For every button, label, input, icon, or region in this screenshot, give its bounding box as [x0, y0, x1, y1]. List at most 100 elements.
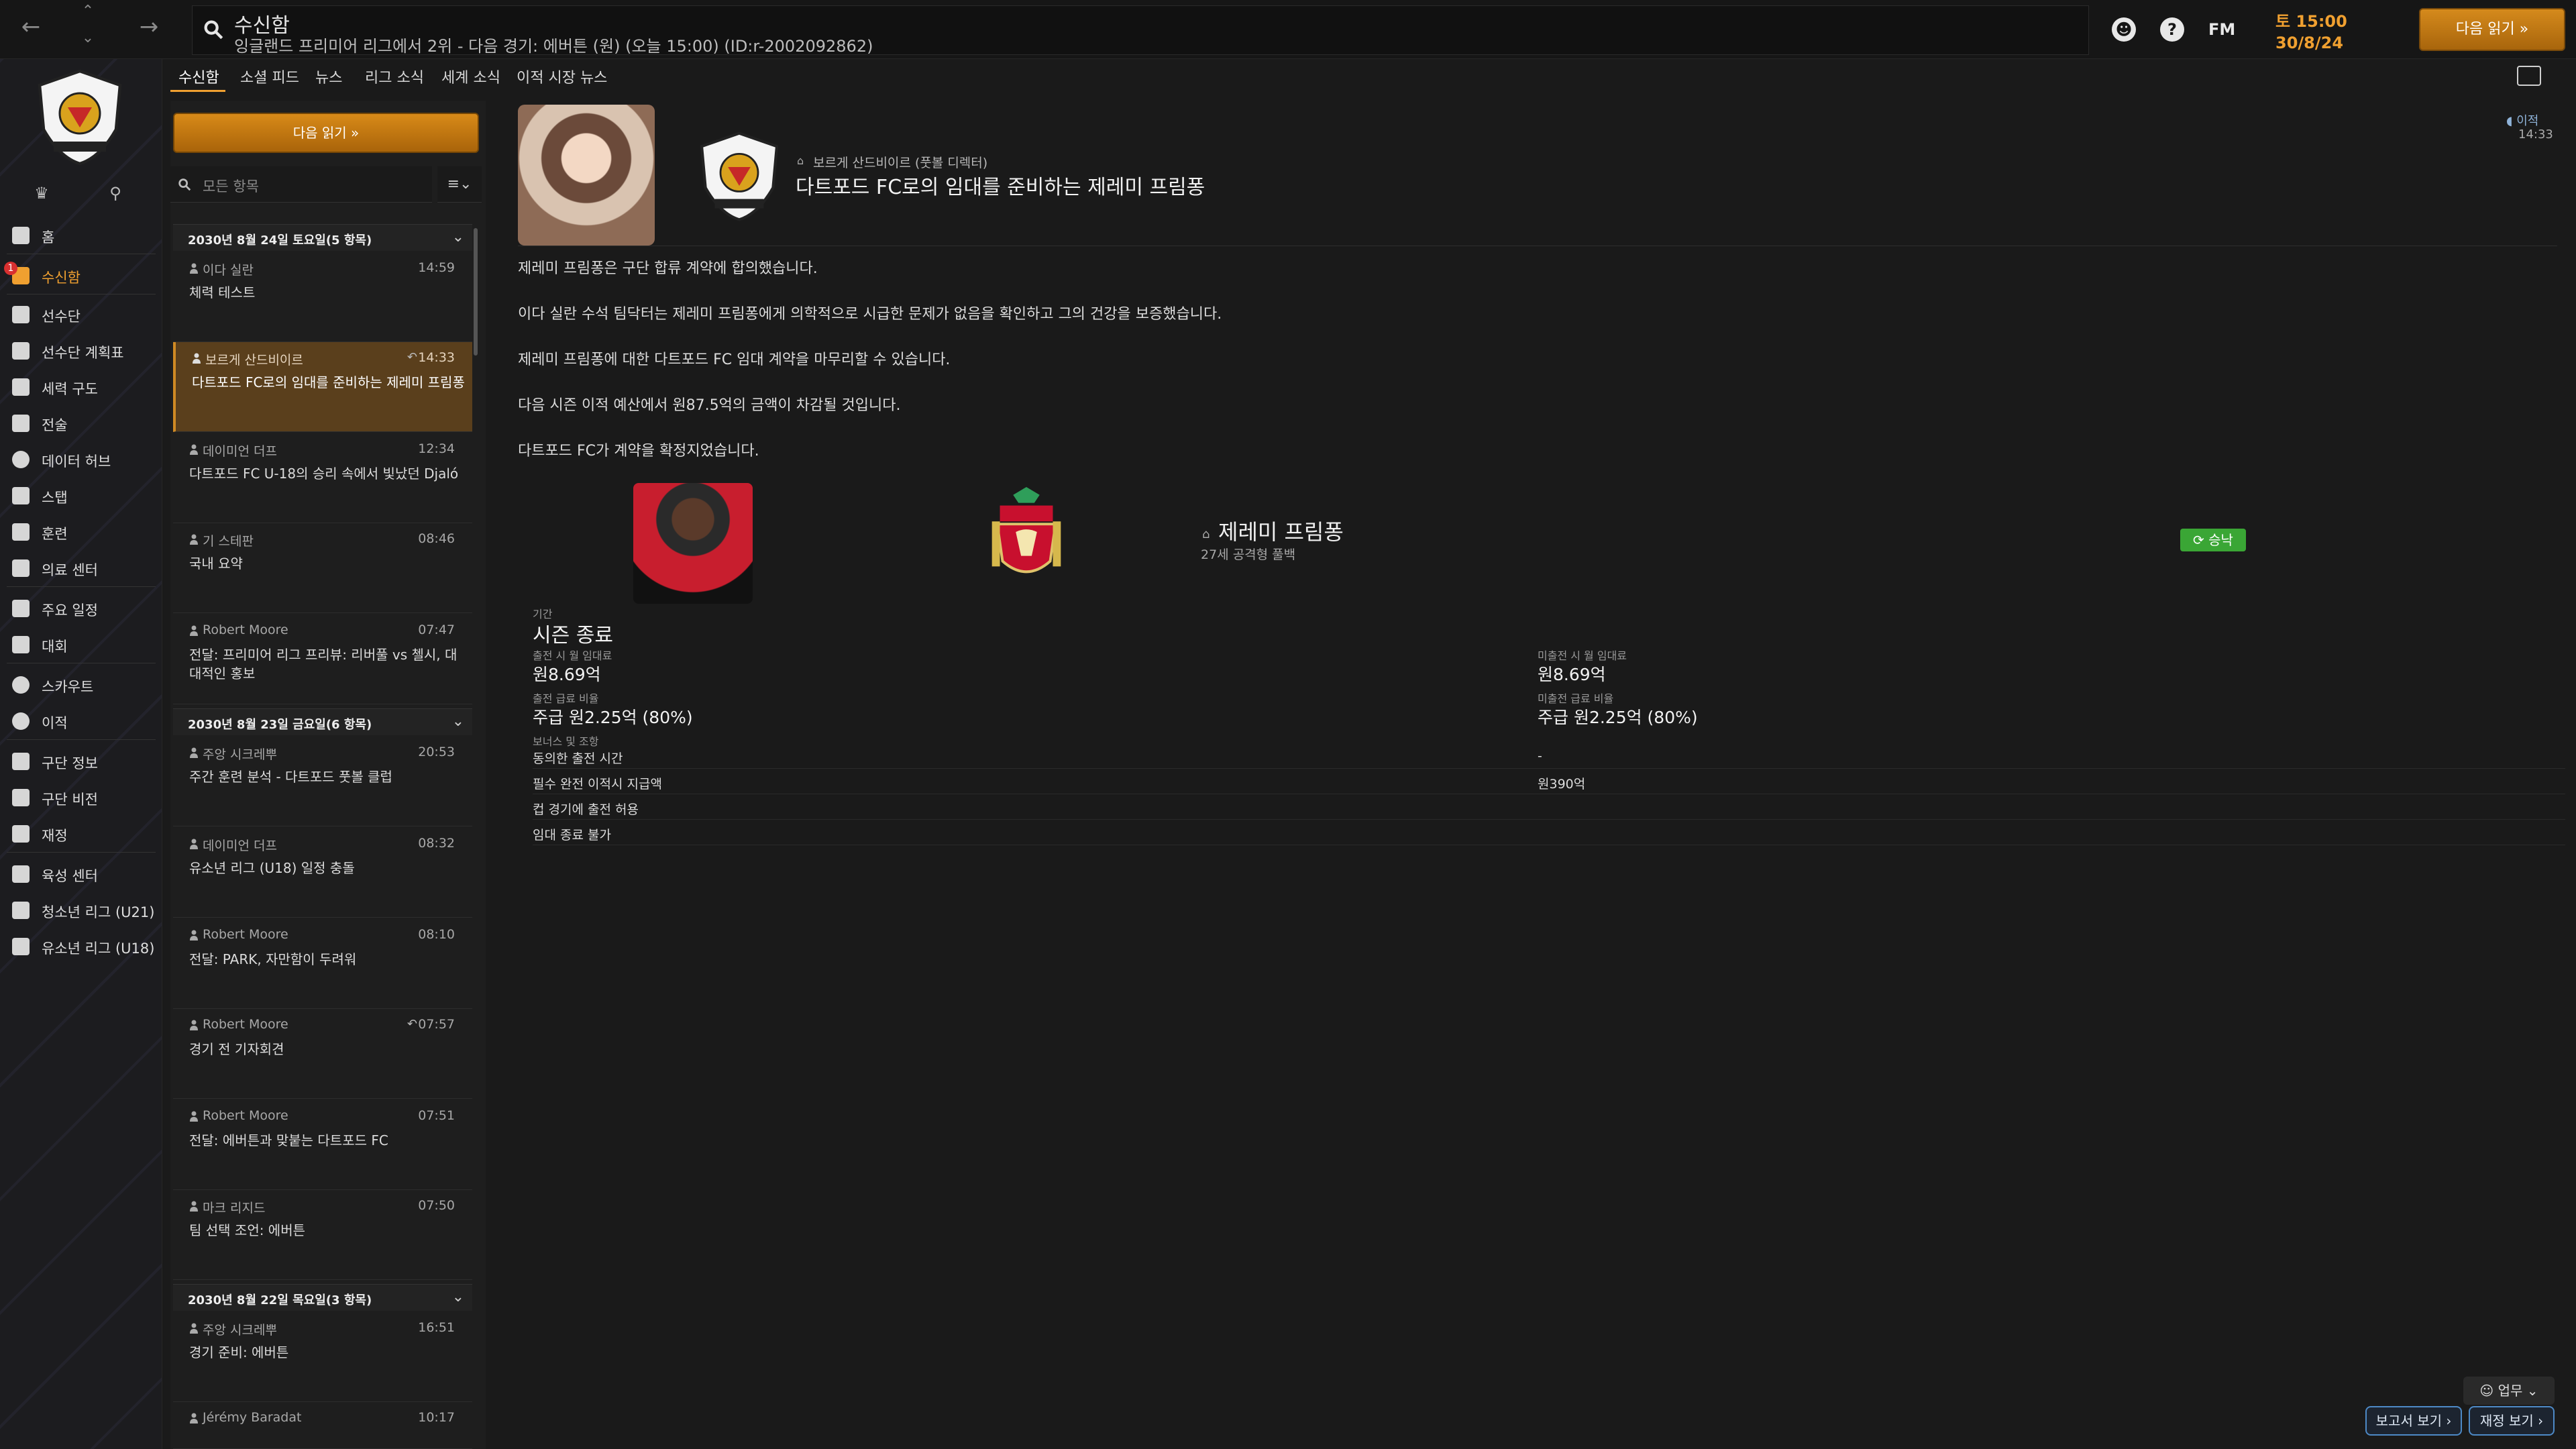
wage-played-value: 주급 원2.25억 (80%): [533, 708, 693, 727]
role-dropdown[interactable]: ☺ 업무 ⌄: [2463, 1377, 2555, 1405]
club-crest-icon[interactable]: [30, 67, 130, 168]
chevron-down-icon[interactable]: ⌄: [452, 1289, 464, 1305]
sidebar-item-tactics[interactable]: 전술: [0, 407, 162, 440]
list-item[interactable]: 주앙 시크레뿌 16:51 경기 준비: 에버튼: [173, 1312, 472, 1402]
sidebar-item-inbox[interactable]: 1 수신함: [0, 259, 162, 292]
sidebar-item-home[interactable]: 홈: [0, 219, 162, 252]
sidebar-item-squad[interactable]: 선수단: [0, 298, 162, 331]
list-item[interactable]: Robert Moore 08:10 전달: PARK, 자만함이 두려워: [173, 919, 472, 1009]
sidebar-item-development[interactable]: 육성 센터: [0, 857, 162, 891]
list-item[interactable]: Jérémy Baradat 10:17: [173, 1402, 472, 1449]
development-icon: [12, 865, 30, 883]
tab-inbox[interactable]: 수신함: [178, 66, 219, 87]
finances-icon: [12, 825, 30, 843]
list-item[interactable]: 이다 실란 14:59 체력 테스트: [173, 252, 472, 342]
sidebar-item-competitions[interactable]: 대회: [0, 628, 162, 661]
list-item[interactable]: 데이미언 더프 08:32 유소년 리그 (U18) 일정 충돌: [173, 828, 472, 918]
message-paragraph: 제레미 프림퐁은 구단 합류 계약에 합의했습니다.: [518, 260, 818, 277]
message-list: 다음 읽기 » 모든 항목 ≡⌄ 2030년 8월 24일 토요일(5 항목) ⌄…: [170, 101, 486, 1449]
fee-played-label: 출전 시 월 임대료: [533, 649, 612, 662]
sender-avatar[interactable]: [518, 105, 655, 246]
list-scrollbar[interactable]: [474, 228, 478, 356]
divider: [7, 852, 156, 853]
sidebar-item-dynamics[interactable]: 세력 구도: [0, 370, 162, 404]
club-crest-icon[interactable]: [692, 126, 786, 227]
continue-button-list[interactable]: 다음 읽기 »: [173, 113, 479, 153]
sidebar-item-transfers[interactable]: 이적: [0, 704, 162, 738]
sort-menu-icon[interactable]: ≡⌄: [437, 166, 482, 203]
transfer-icon: [12, 712, 30, 730]
chevron-down-icon[interactable]: ⌄: [452, 229, 464, 246]
continue-button[interactable]: 다음 읽기 »: [2419, 8, 2565, 51]
clipboard-icon: [12, 342, 30, 360]
player-photo[interactable]: [633, 483, 753, 604]
list-item[interactable]: 주앙 시크레뿌 20:53 주간 훈련 분석 - 다트포드 풋볼 클럽: [173, 737, 472, 826]
clause-row: 임대 종료 불가: [533, 820, 2565, 845]
profile-icon[interactable]: ☻: [2112, 17, 2136, 42]
player-name[interactable]: 제레미 프림퐁: [1218, 515, 1344, 546]
search-bar[interactable]: 수신함 잉글랜드 프리미어 리그에서 2위 - 다음 경기: 에버튼 (원) (…: [192, 5, 2089, 56]
group-header[interactable]: 2030년 8월 24일 토요일(5 항목) ⌄: [173, 224, 472, 251]
person-icon: [190, 1201, 198, 1212]
current-date: 30/8/24: [2275, 34, 2344, 52]
lock-icon: ⌂: [1202, 527, 1210, 541]
person-icon: [190, 625, 198, 636]
view-report-button[interactable]: 보고서 보기 ›: [2365, 1406, 2462, 1436]
back-arrow-icon[interactable]: ←: [17, 13, 44, 40]
fm-logo[interactable]: FM: [2208, 20, 2235, 39]
sidebar-item-finances[interactable]: 재정: [0, 817, 162, 851]
pin-icon[interactable]: ⚲: [103, 184, 127, 208]
chevron-down-icon: ⌄: [2522, 1383, 2538, 1399]
sidebar-item-u18[interactable]: 유소년 리그 (U18): [0, 930, 162, 963]
fee-played-value: 원8.69억: [533, 665, 601, 684]
sidebar-item-club-vision[interactable]: 구단 비전: [0, 781, 162, 814]
club-toggle-icon[interactable]: ♛: [30, 184, 54, 208]
sidebar-item-training[interactable]: 훈련: [0, 515, 162, 549]
wage-unplayed-label: 미출전 급료 비율: [1538, 692, 1614, 705]
person-icon: [190, 1111, 198, 1122]
sidebar-item-schedule[interactable]: 주요 일정: [0, 592, 162, 625]
list-item[interactable]: 기 스테판 08:46 국내 요약: [173, 523, 472, 613]
list-item-selected[interactable]: 보르게 산드비이르 ↶ 14:33 다트포드 FC로의 임대를 준비하는 제레미 프림…: [173, 342, 472, 432]
person-icon: [190, 839, 198, 849]
list-item[interactable]: Robert Moore 07:47 전달: 프리미어 리그 프리뷰: 리버풀 vs…: [173, 614, 472, 704]
chevron-up-icon[interactable]: ⌃: [76, 3, 99, 19]
list-item[interactable]: 데이미언 더프 12:34 다트포드 FC U-18의 승리 속에서 빛났던 Dja…: [173, 433, 472, 523]
sidebar-item-medical[interactable]: 의료 센터: [0, 551, 162, 585]
message-sender[interactable]: 보르게 산드비이르 (풋볼 디렉터): [813, 153, 987, 171]
list-item[interactable]: Robert Moore ↶ 07:57 경기 전 기자회견: [173, 1009, 472, 1099]
list-item[interactable]: 마크 리지드 07:50 팀 선택 조언: 에버튼: [173, 1190, 472, 1280]
tab-social-feed[interactable]: 소셜 피드: [240, 66, 299, 87]
top-bar: ← ⌃ ⌄ → 수신함 잉글랜드 프리미어 리그에서 2위 - 다음 경기: 에…: [0, 0, 2576, 59]
inbox-badge: 1: [4, 262, 17, 275]
filter-input[interactable]: 모든 항목: [170, 166, 432, 203]
tab-transfer-news[interactable]: 이적 시장 뉴스: [517, 66, 607, 87]
help-icon[interactable]: ?: [2160, 17, 2184, 42]
sidebar-item-data-hub[interactable]: 데이터 허브: [0, 443, 162, 476]
list-item[interactable]: Robert Moore 07:51 전달: 에버튼과 맞붙는 다트포드 FC: [173, 1100, 472, 1190]
training-cone-icon: [12, 523, 30, 541]
club-badge-icon[interactable]: [986, 484, 1067, 585]
group-header[interactable]: 2030년 8월 22일 목요일(3 항목) ⌄: [173, 1284, 472, 1311]
sidebar-item-scouting[interactable]: 스카우트: [0, 668, 162, 702]
player-description: 27세 공격형 풀백: [1201, 547, 1296, 562]
forward-arrow-icon[interactable]: →: [136, 13, 162, 40]
panel-toggle-icon[interactable]: [2517, 66, 2541, 86]
group-header[interactable]: 2030년 8월 23일 금요일(6 항목) ⌄: [173, 708, 472, 735]
tab-world-news[interactable]: 세계 소식: [441, 66, 500, 87]
clause-row: 동의한 출전 시간 -: [533, 743, 2565, 769]
sidebar-item-club-info[interactable]: 구단 정보: [0, 745, 162, 778]
reply-icon: ↶: [407, 1017, 417, 1031]
sidebar-item-squad-planner[interactable]: 선수단 계획표: [0, 334, 162, 368]
chevron-down-icon[interactable]: ⌄: [76, 30, 99, 46]
message-paragraph: 다트포드 FC가 계약을 확정지었습니다.: [518, 443, 759, 460]
sidebar-item-staff[interactable]: 스탭: [0, 479, 162, 513]
view-finances-button[interactable]: 재정 보기 ›: [2469, 1406, 2555, 1436]
medical-icon: [12, 559, 30, 577]
tab-news[interactable]: 뉴스: [315, 66, 342, 87]
sidebar-item-u21[interactable]: 청소년 리그 (U21): [0, 894, 162, 927]
divider: [7, 739, 156, 740]
chevron-down-icon[interactable]: ⌄: [452, 713, 464, 730]
tab-league-news[interactable]: 리그 소식: [365, 66, 424, 87]
message-paragraph: 다음 시즌 이적 예산에서 원87.5억의 금액이 차감될 것입니다.: [518, 397, 901, 414]
